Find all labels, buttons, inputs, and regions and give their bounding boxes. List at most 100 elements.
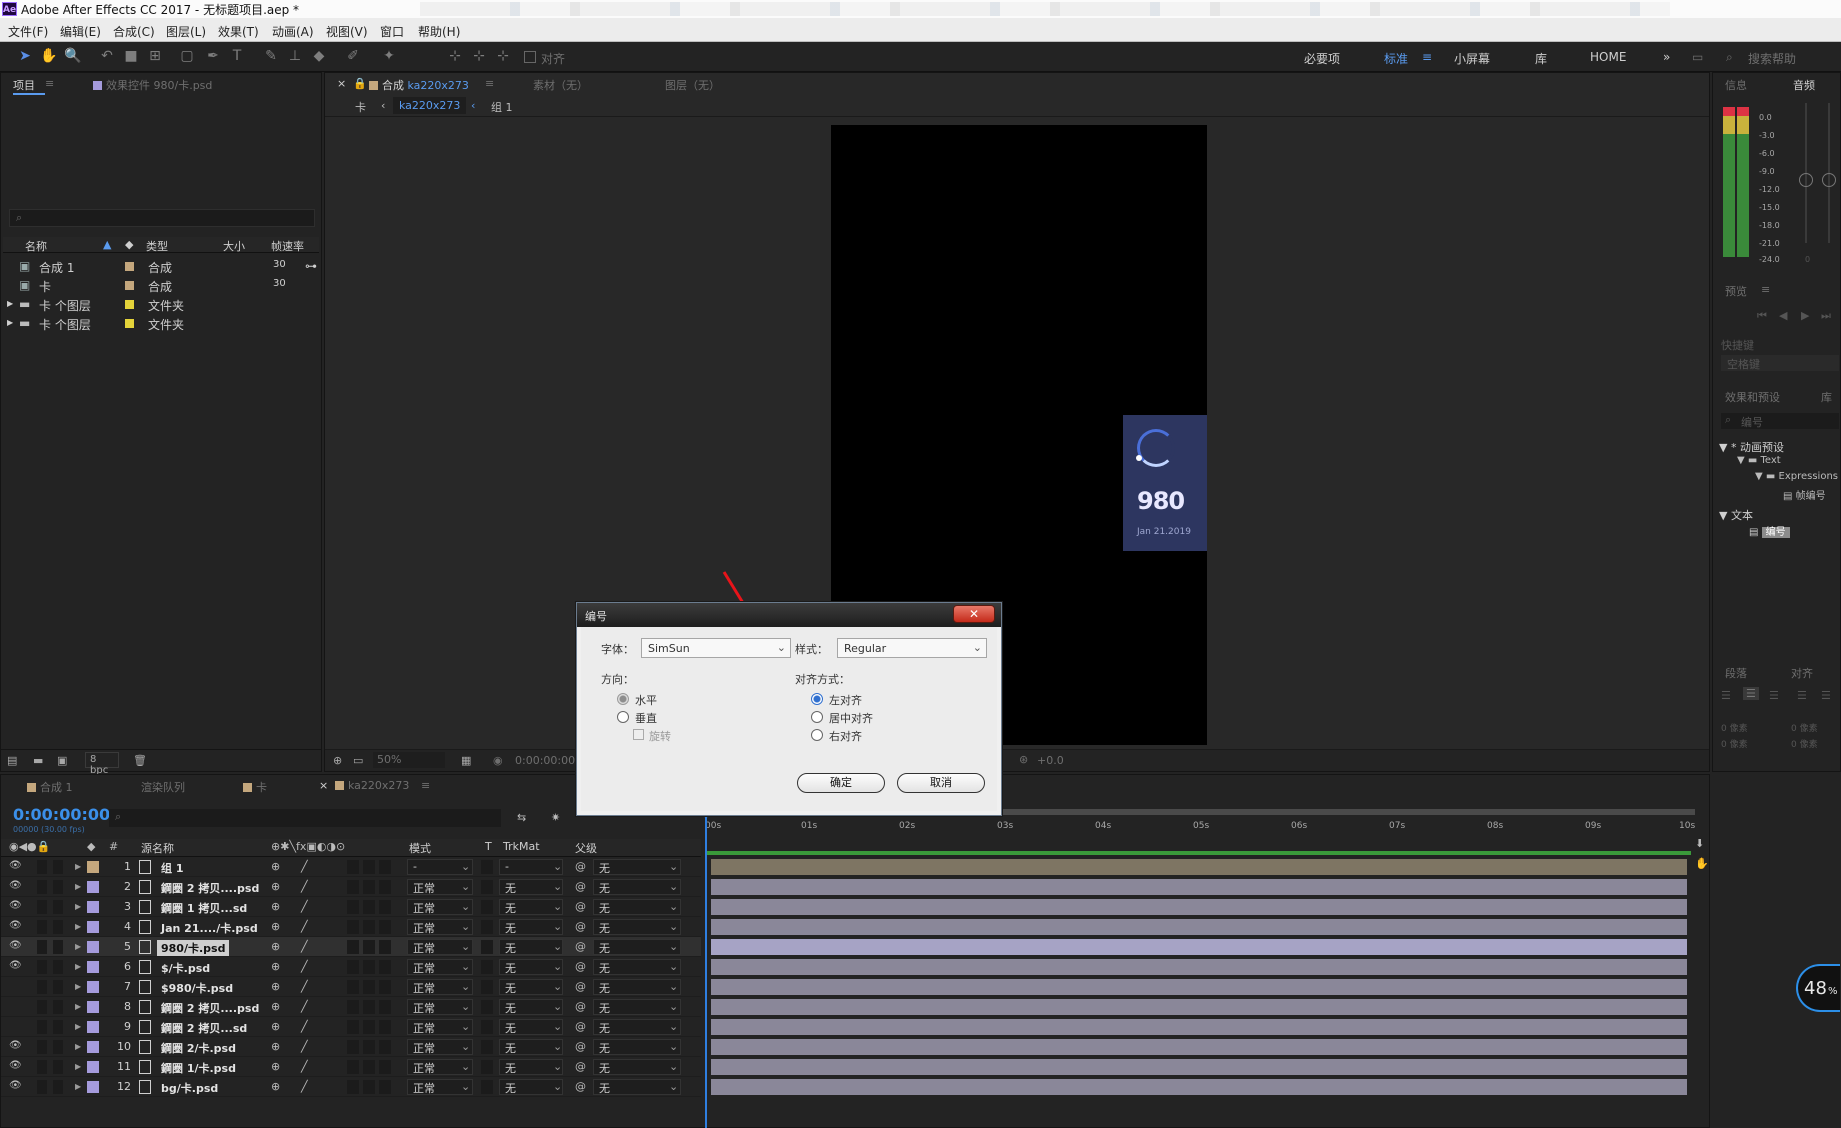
next-frame-icon[interactable]: ⏭	[1821, 309, 1831, 323]
resolution-icon[interactable]: ▦	[461, 754, 471, 767]
font-select[interactable]: SimSun ⌄	[641, 638, 791, 658]
menu-animation[interactable]: 动画(A)	[272, 23, 314, 40]
tab-timeline-ka220x273[interactable]: ka220x273	[335, 779, 409, 792]
col-parent[interactable]: 父级	[575, 840, 597, 856]
layer-duration-bar[interactable]	[711, 1039, 1687, 1055]
first-frame-icon[interactable]: ⏮	[1757, 309, 1767, 323]
menu-edit[interactable]: 编辑(E)	[60, 23, 101, 40]
layer-duration-bar[interactable]	[711, 939, 1687, 955]
align-left-radio[interactable]	[811, 693, 823, 705]
tab-library-right[interactable]: 库	[1821, 389, 1832, 405]
col-fps[interactable]: 帧速率	[271, 238, 304, 254]
menu-view[interactable]: 视图(V)	[326, 23, 368, 40]
rotate-checkbox[interactable]	[633, 729, 644, 740]
progress-overlay[interactable]: 48 %	[1796, 964, 1840, 1012]
menu-composition[interactable]: 合成(C)	[113, 23, 155, 40]
col-name[interactable]: 名称	[25, 238, 47, 254]
tab-preview[interactable]: 预览	[1725, 283, 1747, 299]
monitor-icon[interactable]: ▭	[353, 754, 363, 767]
tab-info[interactable]: 信息	[1725, 77, 1747, 93]
label-swatch[interactable]	[125, 300, 134, 309]
tree-node-expressions[interactable]: ▼ ▬ Expressions	[1755, 471, 1838, 482]
expand-triangle-icon[interactable]: ▶	[7, 318, 13, 327]
layer-duration-bar[interactable]	[711, 899, 1687, 915]
style-select[interactable]: Regular ⌄	[837, 638, 987, 658]
more-workspaces-icon[interactable]: »	[1663, 50, 1670, 64]
menu-layer[interactable]: 图层(L)	[166, 23, 206, 40]
world-axis-icon[interactable]: ⊹	[470, 47, 488, 65]
menu-file[interactable]: 文件(F)	[8, 23, 48, 40]
layer-duration-bar[interactable]	[711, 1079, 1687, 1095]
breadcrumb-item[interactable]: 卡	[355, 99, 366, 115]
new-folder-icon[interactable]: ▬	[33, 754, 43, 767]
clone-stamp-tool-icon[interactable]: ⊥	[286, 47, 304, 65]
col-type[interactable]: 类型	[146, 238, 168, 254]
comp-tab-menu-icon[interactable]: ≡	[485, 77, 494, 90]
col-size[interactable]: 大小	[223, 238, 245, 254]
ok-button[interactable]: 确定	[797, 773, 885, 793]
close-tab-icon[interactable]: ×	[337, 77, 346, 90]
tab-align[interactable]: 对齐	[1791, 665, 1813, 681]
tree-node-text-effects[interactable]: ▼ 文本	[1719, 507, 1753, 523]
view-axis-icon[interactable]: ⊹	[494, 47, 512, 65]
tab-paragraph[interactable]: 段落	[1725, 665, 1747, 681]
prev-frame-icon[interactable]: ◀	[1779, 309, 1787, 322]
tab-project[interactable]: 项目	[13, 77, 35, 93]
align-right-radio[interactable]	[811, 729, 823, 741]
direction-horizontal-radio[interactable]	[617, 693, 629, 705]
layer-duration-bar[interactable]	[711, 979, 1687, 995]
always-preview-icon[interactable]: ⊕	[333, 754, 342, 767]
current-timecode[interactable]: 0:00:00:00	[13, 805, 110, 824]
effects-search-input[interactable]: 编号	[1721, 413, 1839, 429]
trash-icon[interactable]: 🗑	[133, 754, 147, 767]
menu-window[interactable]: 窗口	[380, 23, 404, 40]
audio-slider-left[interactable]	[1799, 173, 1813, 187]
timeline-tab-menu-icon[interactable]: ≡	[421, 779, 430, 792]
project-item[interactable]: ▣ 卡 合成 30	[5, 276, 319, 295]
workspace-standard[interactable]: 标准	[1384, 50, 1408, 67]
project-item[interactable]: ▶ ▬ 卡 个图层 文件夹	[5, 314, 319, 333]
rectangle-tool-icon[interactable]: ▢	[178, 47, 196, 65]
camera-icon[interactable]: ◉	[493, 754, 503, 767]
tree-node-text[interactable]: ▼ ▬ Text	[1737, 455, 1781, 466]
shortcut-select[interactable]: 空格键	[1721, 355, 1839, 371]
col-t[interactable]: T	[485, 840, 492, 853]
space-after-field[interactable]: 0 像素	[1791, 737, 1818, 750]
justify-icon[interactable]: ☰	[1797, 689, 1807, 702]
label-swatch[interactable]	[125, 262, 134, 271]
bpc-button[interactable]: 8 bpc	[85, 752, 119, 776]
menu-effect[interactable]: 效果(T)	[218, 23, 259, 40]
breadcrumb-item[interactable]: 组 1	[491, 99, 513, 115]
align-checkbox[interactable]	[524, 51, 536, 63]
tab-layer[interactable]: 图层（无）	[665, 77, 720, 93]
align-center-radio[interactable]	[811, 711, 823, 723]
zoom-select[interactable]: 50%	[373, 752, 445, 768]
dialog-close-button[interactable]: ✕	[953, 605, 995, 623]
label-swatch[interactable]	[125, 319, 134, 328]
comp-mini-flowchart-icon[interactable]: ⇆	[517, 811, 526, 824]
brush-tool-icon[interactable]: ✎	[262, 47, 280, 65]
draft-3d-icon[interactable]: ✷	[551, 811, 560, 824]
tree-node-numbers[interactable]: ▤ 编号	[1749, 523, 1790, 538]
tab-effect-controls[interactable]: 效果控件 980/卡.psd	[93, 77, 212, 93]
type-tool-icon[interactable]: T	[228, 47, 246, 65]
layer-duration-bar[interactable]	[711, 1019, 1687, 1035]
cancel-button[interactable]: 取消	[897, 773, 985, 793]
zoom-tool-icon[interactable]: 🔍	[64, 47, 82, 65]
exposure-value[interactable]: +0.0	[1037, 754, 1064, 767]
layer-duration-bar[interactable]	[711, 879, 1687, 895]
comp-marker-icon[interactable]: ⬇	[1695, 837, 1704, 850]
direction-vertical-radio[interactable]	[617, 711, 629, 723]
tab-audio[interactable]: 音频	[1793, 77, 1815, 93]
close-tab-icon[interactable]: ×	[319, 779, 328, 792]
interpret-footage-icon[interactable]: ▤	[7, 754, 17, 767]
col-source-name[interactable]: 源名称	[141, 840, 174, 856]
justify-all-icon[interactable]: ☰	[1821, 689, 1831, 702]
puppet-tool-icon[interactable]: ✦	[380, 47, 398, 65]
layer-duration-bar[interactable]	[711, 859, 1687, 875]
local-axis-icon[interactable]: ⊹	[446, 47, 464, 65]
layer-duration-bar[interactable]	[711, 1059, 1687, 1075]
tab-timeline-card[interactable]: 卡	[243, 779, 267, 795]
timeline-search-input[interactable]: ⌕	[109, 809, 501, 827]
project-item[interactable]: ▣ 合成 1 合成 30 ⊶	[5, 257, 319, 276]
